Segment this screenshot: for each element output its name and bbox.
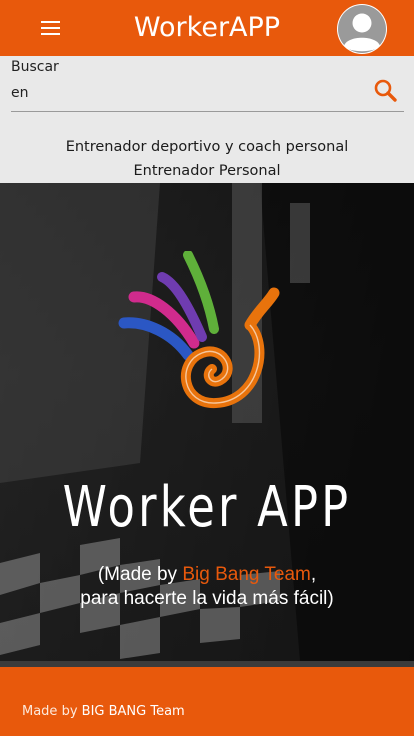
hero-subtitle: (Made by Big Bang Team, para hacerte la …	[0, 563, 414, 611]
app-header: WorkerAPP	[0, 0, 414, 56]
search-panel: Buscar Entrenador deportivo y coach pers…	[0, 56, 414, 183]
worker-app-hand-logo	[118, 251, 280, 408]
user-avatar-icon[interactable]	[337, 4, 387, 54]
hero-subtitle-line2: para hacerte la vida más fácil)	[80, 588, 334, 609]
hero-title: Worker APP	[62, 475, 352, 540]
big-bang-team-link: Big Bang Team	[182, 564, 311, 585]
search-input[interactable]	[11, 78, 361, 108]
search-underline	[11, 111, 404, 112]
app-footer: Made by BIG BANG Team	[0, 667, 414, 736]
search-result-item[interactable]: Entrenador deportivo y coach personal	[0, 139, 414, 155]
hero-banner: Worker APP (Made by Big Bang Team, para …	[0, 183, 414, 661]
search-label: Buscar	[11, 59, 59, 75]
search-icon[interactable]	[373, 78, 399, 104]
hero-subtitle-line1: (Made by Big Bang Team,	[97, 564, 317, 585]
footer-credit: Made by BIG BANG Team	[22, 704, 185, 719]
search-result-item[interactable]: Entrenador Personal	[0, 163, 414, 179]
